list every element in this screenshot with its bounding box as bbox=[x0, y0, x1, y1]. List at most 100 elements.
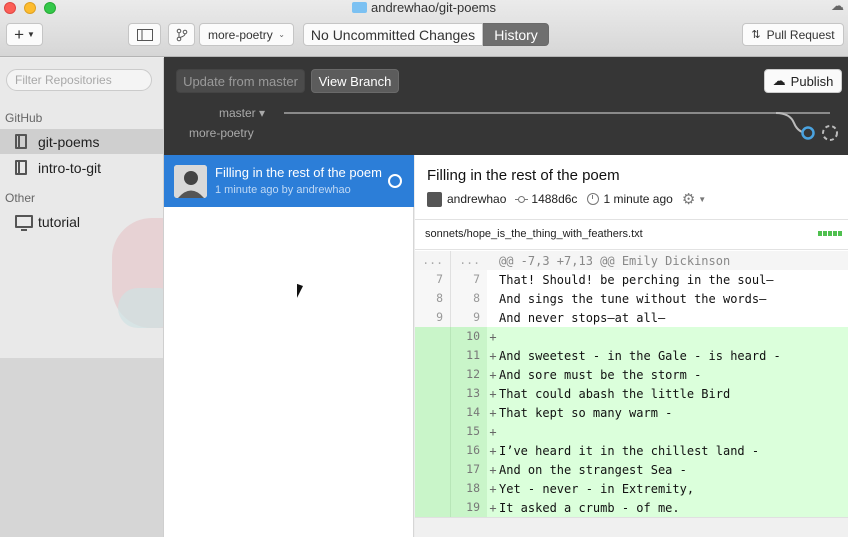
commit-sha[interactable]: 1488d6c bbox=[531, 192, 577, 206]
plus-icon: + bbox=[14, 24, 24, 44]
pull-request-icon: ⇅ bbox=[751, 29, 761, 41]
old-line-number bbox=[415, 441, 450, 460]
new-line-number: 11 bbox=[450, 346, 487, 365]
new-line-number: 18 bbox=[450, 479, 487, 498]
commit-list: Filling in the rest of the poem 1 minute… bbox=[164, 155, 414, 537]
old-line-number: 7 bbox=[415, 270, 450, 289]
commit-sha-icon bbox=[515, 193, 529, 206]
new-line-number: 12 bbox=[450, 365, 487, 384]
repository-sidebar: GitHub git-poems intro-to-git Other tuto… bbox=[0, 58, 164, 537]
branch-select[interactable]: more-poetry ⌄ bbox=[199, 23, 294, 46]
gear-icon[interactable]: ⚙ bbox=[682, 190, 695, 208]
cloud-download-icon[interactable]: ☁ bbox=[831, 0, 844, 14]
toggle-sidebar-button[interactable] bbox=[128, 23, 161, 46]
sidebar-item-intro-to-git[interactable]: intro-to-git bbox=[0, 155, 163, 180]
commit-title: Filling in the rest of the poem bbox=[215, 165, 382, 180]
diff-line-context: 7 7 That! Should! be perching in the soul— bbox=[415, 270, 848, 289]
diff-sign: + bbox=[489, 443, 497, 458]
diff-code: And sweetest - in the Gale - is heard - bbox=[499, 348, 781, 363]
old-line-number bbox=[415, 498, 450, 517]
add-repository-button[interactable]: + ▼ bbox=[6, 23, 43, 46]
diff-code: I’ve heard it in the chillest land - bbox=[499, 443, 760, 458]
new-line-number: 17 bbox=[450, 460, 487, 479]
commit-status-dot bbox=[388, 174, 402, 188]
window-toolbar: andrewhao/git-poems ☁ + ▼ more-poetry ⌄ … bbox=[0, 0, 848, 57]
new-line-number: 16 bbox=[450, 441, 487, 460]
chevron-down-icon[interactable]: ▼ bbox=[698, 195, 706, 204]
old-line-number bbox=[415, 403, 450, 422]
horizontal-scrollbar[interactable] bbox=[415, 517, 848, 537]
diff-sign: + bbox=[489, 329, 497, 344]
diff-line-added: 12 + And sore must be the storm - bbox=[415, 365, 848, 384]
sidebar-icon bbox=[136, 28, 153, 41]
filter-repositories-input[interactable] bbox=[6, 69, 152, 91]
new-line-number: 14 bbox=[450, 403, 487, 422]
uncommitted-node bbox=[822, 125, 838, 141]
old-line-number bbox=[415, 479, 450, 498]
commit-node[interactable] bbox=[801, 126, 815, 140]
commit-time: 1 minute ago bbox=[603, 192, 673, 206]
diff-line-added: 16 + I’ve heard it in the chillest land - bbox=[415, 441, 848, 460]
diff-code: That! Should! be perching in the soul— bbox=[499, 272, 774, 287]
new-line-number: 9 bbox=[450, 308, 487, 327]
diff-code: And sore must be the storm - bbox=[499, 367, 702, 382]
commit-detail: Filling in the rest of the poem andrewha… bbox=[415, 155, 848, 537]
sidebar-item-git-poems[interactable]: git-poems bbox=[0, 129, 163, 154]
diff-code: And sings the tune without the words— bbox=[499, 291, 767, 306]
uncommitted-changes-tab[interactable]: No Uncommitted Changes bbox=[303, 23, 483, 46]
diff-line-added: 13 + That could abash the little Bird bbox=[415, 384, 848, 403]
author-name: andrewhao bbox=[447, 192, 507, 206]
mouse-cursor-icon bbox=[297, 283, 309, 303]
create-branch-button[interactable] bbox=[168, 23, 195, 46]
sidebar-section-other: Other bbox=[5, 191, 36, 205]
diff-sign: + bbox=[489, 348, 497, 363]
diff-sign: + bbox=[489, 386, 497, 401]
old-line-number bbox=[415, 422, 450, 441]
history-tab[interactable]: History bbox=[483, 23, 549, 46]
diff-line-added: 10 + bbox=[415, 327, 848, 346]
diff-line-added: 17 + And on the strangest Sea - bbox=[415, 460, 848, 479]
hunk-expand-new[interactable]: ... bbox=[450, 251, 487, 270]
old-line-number bbox=[415, 460, 450, 479]
file-header[interactable]: sonnets/hope_is_the_thing_with_feathers.… bbox=[415, 220, 848, 250]
diff-hunk-header: ... ... @@ -7,3 +7,13 @@ Emily Dickinson bbox=[415, 251, 848, 270]
new-line-number: 7 bbox=[450, 270, 487, 289]
pull-request-label: Pull Request bbox=[766, 27, 835, 42]
diff-view: ... ... @@ -7,3 +7,13 @@ Emily Dickinson… bbox=[415, 251, 848, 517]
new-line-number: 13 bbox=[450, 384, 487, 403]
diff-sign: + bbox=[489, 481, 497, 496]
diff-sign: + bbox=[489, 424, 497, 439]
diff-sign: + bbox=[489, 405, 497, 420]
new-line-number: 19 bbox=[450, 498, 487, 517]
new-line-number: 8 bbox=[450, 289, 487, 308]
diff-line-added: 14 + That kept so many warm - bbox=[415, 403, 848, 422]
pull-request-button[interactable]: ⇅ Pull Request bbox=[742, 23, 844, 46]
diff-sign: + bbox=[489, 367, 497, 382]
old-line-number bbox=[415, 384, 450, 403]
folder-icon bbox=[351, 2, 367, 13]
new-line-number: 10 bbox=[450, 327, 487, 346]
commit-detail-meta: andrewhao 1488d6c 1 minute ago ⚙ ▼ bbox=[427, 190, 706, 208]
monitor-icon bbox=[15, 215, 33, 231]
diff-code: And never stops—at all— bbox=[499, 310, 666, 325]
commit-row[interactable]: Filling in the rest of the poem 1 minute… bbox=[164, 155, 414, 207]
diff-line-context: 8 8 And sings the tune without the words— bbox=[415, 289, 848, 308]
clock-icon bbox=[587, 193, 600, 205]
old-line-number bbox=[415, 346, 450, 365]
avatar-photo bbox=[174, 165, 207, 198]
old-line-number bbox=[415, 327, 450, 346]
sidebar-item-label: intro-to-git bbox=[38, 159, 102, 176]
sidebar-section-github: GitHub bbox=[5, 111, 43, 125]
repo-icon bbox=[15, 134, 27, 149]
diff-code: And on the strangest Sea - bbox=[499, 462, 687, 477]
sidebar-item-label: git-poems bbox=[38, 133, 100, 150]
chevron-down-icon: ▼ bbox=[27, 30, 35, 39]
hunk-expand-old[interactable]: ... bbox=[415, 251, 450, 270]
diff-line-added: 15 + bbox=[415, 422, 848, 441]
sidebar-item-tutorial[interactable]: tutorial bbox=[0, 209, 163, 234]
diff-code: That kept so many warm - bbox=[499, 405, 673, 420]
diff-line-added: 19 + It asked a crumb - of me. bbox=[415, 498, 848, 517]
author-avatar bbox=[427, 191, 442, 207]
branch-icon bbox=[176, 28, 187, 41]
window-title-text: andrewhao/git-poems bbox=[370, 0, 497, 15]
